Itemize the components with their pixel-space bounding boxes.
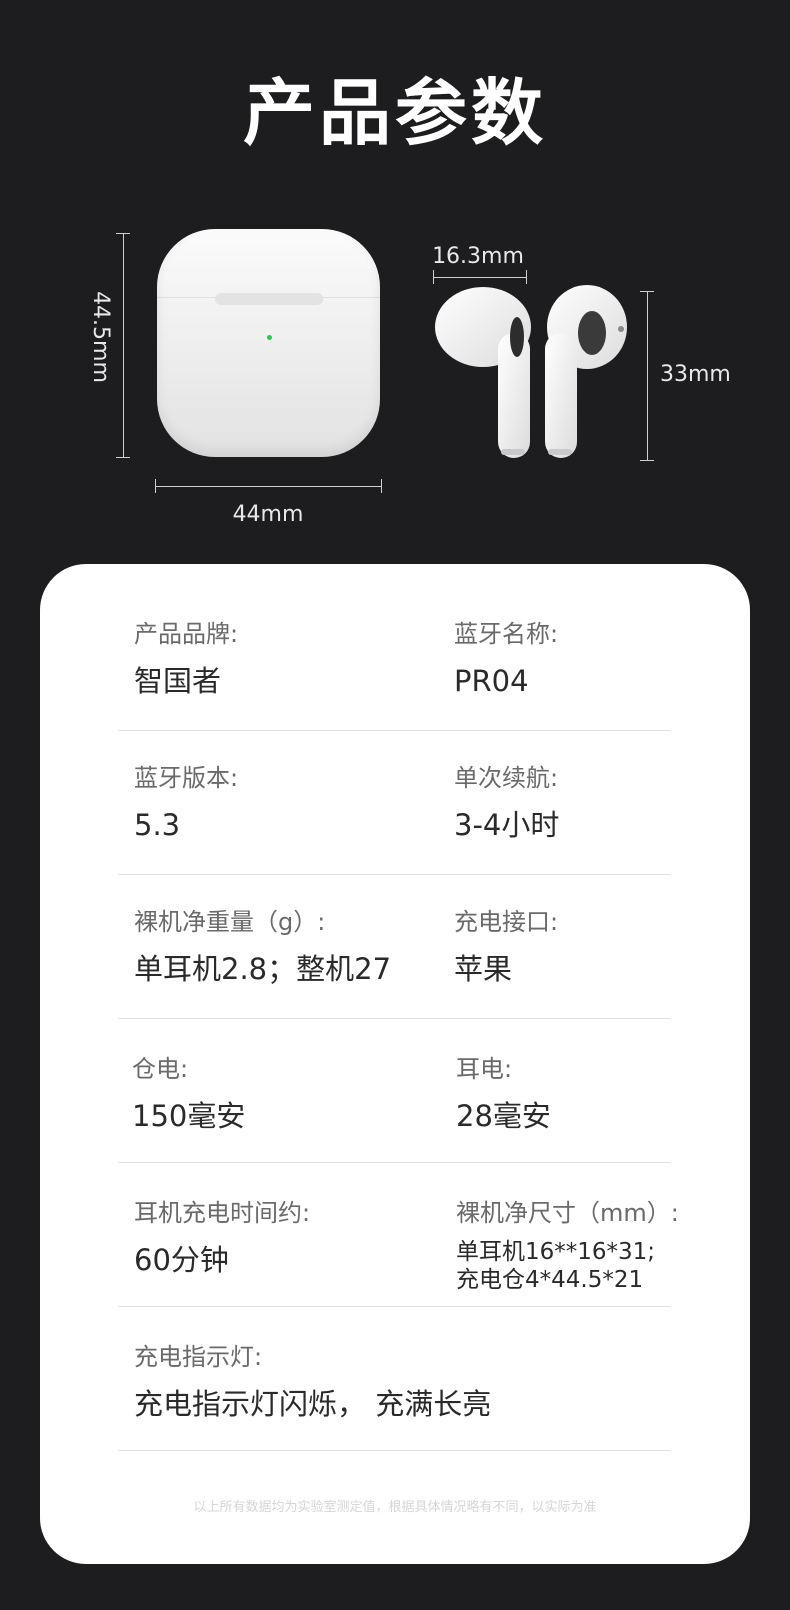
spec-value: PR04 xyxy=(454,664,529,698)
spec-label: 仓电: xyxy=(132,1055,189,1083)
spec-label: 产品品牌: xyxy=(134,620,239,648)
spec-label: 耳电: xyxy=(456,1055,513,1083)
spec-row: 裸机净重量（g）: 单耳机2.8；整机27 充电接口: 苹果 xyxy=(118,874,671,1019)
spec-label: 充电接口: xyxy=(454,908,559,936)
spec-label: 裸机净重量（g）: xyxy=(134,908,326,936)
spec-value-line: 充电仓4*44.5*21 xyxy=(456,1267,644,1293)
case-height-label: 44.5mm xyxy=(88,291,113,383)
earbud-height-label: 33mm xyxy=(660,362,731,387)
spec-row: 仓电: 150毫安 耳电: 28毫安 xyxy=(118,1018,671,1163)
spec-value: 28毫安 xyxy=(456,1099,551,1133)
spec-item-indicator: 充电指示灯: 充电指示灯闪烁， 充满长亮 xyxy=(134,1342,491,1422)
spec-value: 单耳机2.8；整机27 xyxy=(134,952,392,986)
earbud-height-tick-bottom xyxy=(640,460,654,461)
spec-item-weight: 裸机净重量（g）: 单耳机2.8；整机27 xyxy=(134,907,391,987)
earbud-width-line xyxy=(433,277,526,278)
spec-row: 耳机充电时间约: 60分钟 裸机净尺寸（mm）: 单耳机16**16*31; 充… xyxy=(118,1162,679,1307)
spec-row: 充电指示灯: 充电指示灯闪烁， 充满长亮 xyxy=(118,1306,671,1451)
case-led-indicator xyxy=(267,335,272,340)
earbud-width-tick-right xyxy=(526,270,527,284)
spec-label: 裸机净尺寸（mm）: xyxy=(456,1199,679,1227)
case-width-line xyxy=(155,486,381,487)
spec-item-charging-port: 充电接口: 苹果 xyxy=(454,907,558,987)
spec-label: 单次续航: xyxy=(454,764,559,792)
case-width-tick-right xyxy=(381,479,382,493)
spec-label: 蓝牙名称: xyxy=(454,620,559,648)
earbud-height-line xyxy=(647,291,648,460)
spec-label: 耳机充电时间约: xyxy=(134,1199,311,1227)
spec-item-case-battery: 仓电: 150毫安 xyxy=(132,1054,245,1134)
page-title: 产品参数 xyxy=(242,71,547,155)
spec-item-earbud-battery: 耳电: 28毫安 xyxy=(456,1054,551,1134)
spec-row: 蓝牙版本: 5.3 单次续航: 3-4小时 xyxy=(118,730,671,875)
spec-row: 产品品牌: 智国者 蓝牙名称: PR04 xyxy=(118,564,671,731)
spec-item-bluetooth-name: 蓝牙名称: PR04 xyxy=(454,619,558,699)
case-hinge xyxy=(215,293,323,305)
right-earbud-icon xyxy=(545,285,627,458)
disclaimer-footnote: 以上所有数据均为实验室测定值，根据具体情况略有不同，以实际为准 xyxy=(193,1500,597,1515)
spec-value: 150毫安 xyxy=(132,1099,246,1133)
spec-value: 智国者 xyxy=(134,664,222,698)
case-height-tick-bottom xyxy=(116,457,130,458)
spec-value: 充电指示灯闪烁， 充满长亮 xyxy=(134,1387,492,1421)
spec-value: 3-4小时 xyxy=(454,808,560,842)
spec-value-line: 单耳机16**16*31; xyxy=(456,1239,656,1265)
case-height-line xyxy=(123,233,124,457)
case-width-label: 44mm xyxy=(232,502,304,527)
left-earbud-icon xyxy=(435,287,531,458)
earbuds-image xyxy=(435,285,627,458)
spec-value: 单耳机16**16*31; 充电仓4*44.5*21 xyxy=(456,1238,679,1294)
earbud-width-label: 16.3mm xyxy=(432,244,524,269)
spec-value: 5.3 xyxy=(134,808,181,842)
spec-item-bluetooth-version: 蓝牙版本: 5.3 xyxy=(134,763,238,843)
spec-item-dimensions: 裸机净尺寸（mm）: 单耳机16**16*31; 充电仓4*44.5*21 xyxy=(456,1198,679,1294)
spec-card: 产品品牌: 智国者 蓝牙名称: PR04 蓝牙版本: 5.3 单次续航: 3-4… xyxy=(40,564,750,1564)
spec-item-battery-life: 单次续航: 3-4小时 xyxy=(454,763,559,843)
spec-label: 充电指示灯: xyxy=(134,1343,263,1371)
spec-item-charging-time: 耳机充电时间约: 60分钟 xyxy=(134,1198,310,1278)
spec-value: 60分钟 xyxy=(134,1243,229,1277)
spec-item-brand: 产品品牌: 智国者 xyxy=(134,619,238,699)
spec-label: 蓝牙版本: xyxy=(134,764,239,792)
charging-case-image xyxy=(157,229,380,457)
spec-value: 苹果 xyxy=(454,952,513,986)
